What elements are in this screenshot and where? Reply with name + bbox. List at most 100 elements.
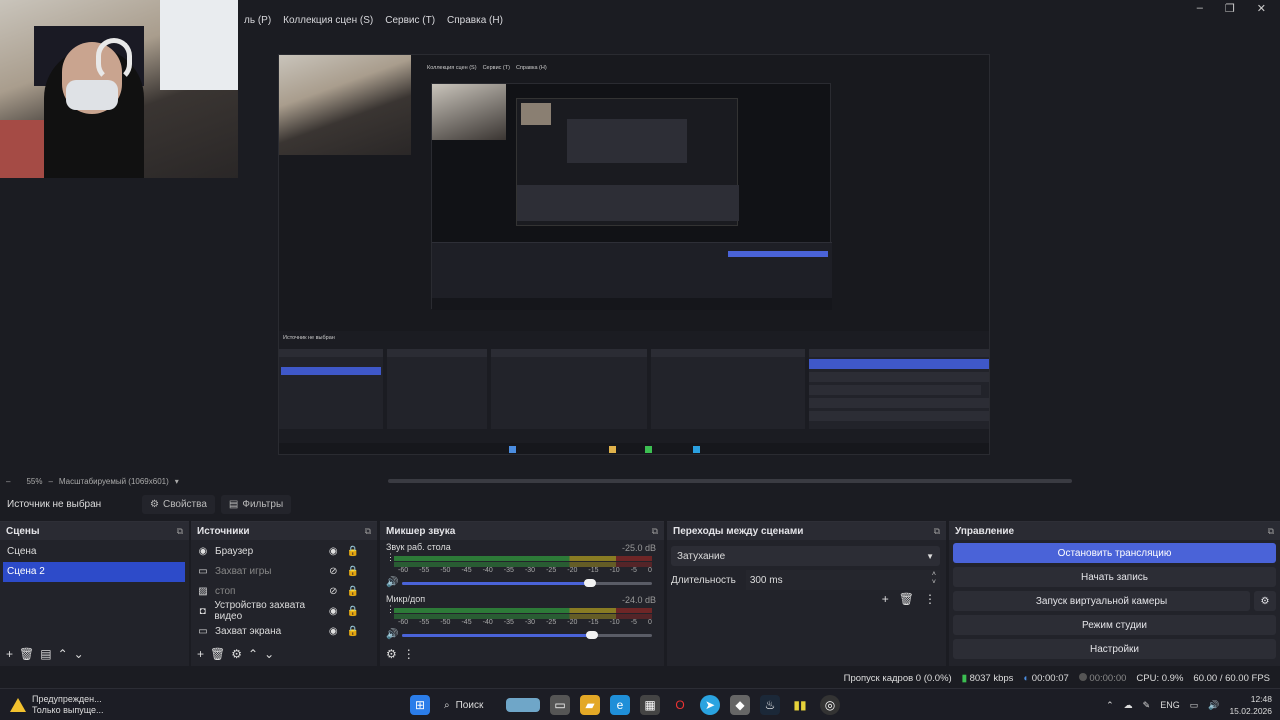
preview-canvas[interactable]: Коллекция сцен (S) Сервис (T) Справка (H…: [278, 54, 990, 455]
settings-button[interactable]: Настройки: [953, 639, 1276, 659]
zoom-mode[interactable]: Масштабируемый (1069x601): [59, 477, 169, 486]
properties-button[interactable]: ⚙ Свойства: [142, 494, 215, 514]
dock-undock-icon[interactable]: ⧉: [177, 526, 183, 537]
windows-start-icon[interactable]: ⊞: [410, 695, 430, 715]
file-explorer-icon[interactable]: ▰: [580, 695, 600, 715]
move-up-icon[interactable]: ⌃: [248, 647, 258, 661]
add-icon[interactable]: +: [882, 592, 889, 606]
volume-slider[interactable]: [402, 579, 652, 587]
filter-icon[interactable]: ▤: [40, 647, 51, 661]
zoom-mode-chevron-icon[interactable]: ▾: [175, 477, 179, 486]
horizontal-scrollbar[interactable]: [388, 479, 1072, 483]
mixer-menu-icon[interactable]: ⋮: [403, 647, 415, 661]
move-down-icon[interactable]: ⌄: [74, 647, 84, 661]
source-item[interactable]: ◉ Браузер ◉ 🔒: [191, 541, 377, 561]
battery-app-icon[interactable]: ▮▮: [790, 695, 810, 715]
eye-hidden-icon[interactable]: ⊘: [329, 566, 337, 577]
virtual-camera-settings-icon[interactable]: ⚙: [1254, 591, 1276, 611]
minimize-button[interactable]: –: [1197, 2, 1203, 15]
spin-arrows-icon[interactable]: ˄ ˅: [932, 571, 936, 587]
volume-icon[interactable]: 🔊: [386, 629, 398, 640]
task-view-icon[interactable]: ▭: [550, 695, 570, 715]
store-icon[interactable]: ▦: [640, 695, 660, 715]
filter-icon: ▤: [228, 498, 239, 510]
language-indicator[interactable]: ENG: [1160, 700, 1180, 710]
lock-icon[interactable]: 🔒: [347, 626, 359, 637]
lock-icon[interactable]: 🔒: [347, 566, 359, 577]
webcam-overlay: [0, 0, 238, 178]
menu-item-help[interactable]: Справка (H): [441, 15, 509, 26]
warning-notification[interactable]: Предупрежден... Только выпуще...: [10, 694, 104, 716]
scene-item[interactable]: Сцена: [0, 542, 189, 562]
telegram-icon[interactable]: ➤: [700, 695, 720, 715]
filters-button[interactable]: ▤ Фильтры: [220, 494, 292, 514]
maximize-button[interactable]: ❐: [1225, 2, 1235, 15]
lock-icon[interactable]: 🔒: [347, 586, 359, 597]
channel-menu-icon[interactable]: ⋮: [386, 552, 395, 563]
transition-select[interactable]: Затухание ▼: [671, 546, 940, 566]
gear-icon[interactable]: ⚙: [231, 647, 242, 661]
source-item[interactable]: ◘ Устройство захвата видео ◉ 🔒: [191, 600, 377, 622]
channel-menu-icon[interactable]: ⋮: [386, 604, 395, 615]
monitor-icon: ▭: [198, 625, 208, 637]
taskbar-search[interactable]: ⌕ Поиск: [440, 693, 540, 717]
dock-undock-icon[interactable]: ⧉: [1268, 526, 1274, 537]
move-down-icon[interactable]: ⌄: [264, 647, 274, 661]
trash-icon[interactable]: 🗑: [899, 592, 914, 606]
pen-icon[interactable]: ✎: [1143, 700, 1151, 711]
eye-icon[interactable]: ◉: [329, 626, 338, 637]
duration-input[interactable]: 300 ms ˄ ˅: [745, 570, 940, 590]
source-item[interactable]: ▭ Захват игры ⊘ 🔒: [191, 561, 377, 581]
warning-icon: [10, 698, 26, 712]
eye-icon[interactable]: ◉: [329, 606, 338, 617]
dock-undock-icon[interactable]: ⧉: [934, 526, 940, 537]
volume-icon[interactable]: 🔊: [386, 577, 398, 588]
menu-item-scene-collection[interactable]: Коллекция сцен (S): [277, 15, 379, 26]
eye-icon[interactable]: ◉: [329, 546, 338, 557]
close-button[interactable]: ✕: [1257, 2, 1266, 15]
chevron-down-icon: ▼: [926, 551, 934, 561]
dock-undock-icon[interactable]: ⧉: [365, 526, 371, 537]
start-recording-button[interactable]: Начать запись: [953, 567, 1276, 587]
menu-item-tools[interactable]: Сервис (T): [379, 15, 441, 26]
start-virtual-camera-button[interactable]: Запуск виртуальной камеры: [953, 591, 1250, 611]
eye-hidden-icon[interactable]: ⊘: [329, 586, 337, 597]
volume-icon[interactable]: 🔊: [1208, 700, 1219, 711]
advanced-audio-icon[interactable]: ⚙: [386, 647, 397, 661]
source-item[interactable]: ▭ Захват экрана ◉ 🔒: [191, 621, 377, 641]
signal-bars-icon: ▮: [961, 672, 967, 684]
duration-row: Длительность 300 ms ˄ ˅: [671, 570, 940, 590]
zoom-out-button[interactable]: –: [6, 477, 10, 486]
gamepad-icon: ▭: [198, 565, 208, 577]
cloud-icon[interactable]: ☁: [1124, 700, 1133, 711]
mixer-toolbar: ⚙ ⋮: [380, 642, 664, 666]
add-icon[interactable]: +: [197, 647, 204, 661]
gear-icon: ⚙: [150, 498, 159, 510]
edge-icon[interactable]: e: [610, 695, 630, 715]
mixer-dock-header: Микшер звука ⧉: [380, 522, 664, 540]
volume-slider[interactable]: [402, 631, 652, 639]
lock-icon[interactable]: 🔒: [347, 546, 359, 557]
volume-slider-knob[interactable]: [586, 631, 598, 639]
more-icon[interactable]: ⋮: [924, 592, 936, 606]
opera-icon[interactable]: O: [670, 695, 690, 715]
dock-undock-icon[interactable]: ⧉: [652, 526, 658, 537]
box-app-icon[interactable]: ◆: [730, 695, 750, 715]
stop-streaming-button[interactable]: Остановить трансляцию: [953, 543, 1276, 563]
trash-icon[interactable]: 🗑: [19, 647, 34, 661]
zoom-in-button[interactable]: –: [48, 477, 52, 486]
obs-icon[interactable]: ◎: [820, 695, 840, 715]
network-icon[interactable]: ▭: [1190, 700, 1199, 711]
volume-slider-knob[interactable]: [583, 579, 596, 587]
studio-mode-button[interactable]: Режим студии: [953, 615, 1276, 635]
source-item[interactable]: ▨ стоп ⊘ 🔒: [191, 581, 377, 601]
clock[interactable]: 12:48 15.02.2026: [1229, 693, 1272, 717]
steam-icon[interactable]: ♨: [760, 695, 780, 715]
lock-icon[interactable]: 🔒: [347, 606, 359, 617]
trash-icon[interactable]: 🗑: [210, 647, 225, 661]
add-icon[interactable]: +: [6, 647, 13, 661]
scene-item-selected[interactable]: Сцена 2: [3, 562, 185, 582]
menu-item-file[interactable]: ль (P): [238, 15, 277, 26]
chevron-up-icon[interactable]: ⌃: [1106, 700, 1114, 711]
move-up-icon[interactable]: ⌃: [58, 647, 68, 661]
